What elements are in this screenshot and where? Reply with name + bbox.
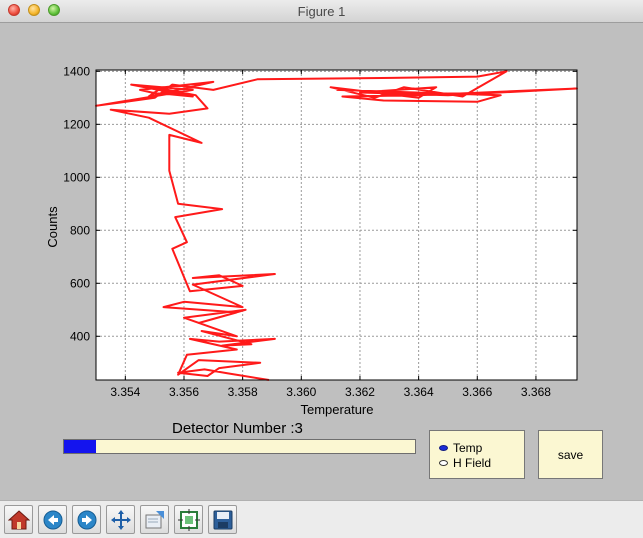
pan-button[interactable]: [106, 505, 135, 534]
back-icon: [43, 510, 63, 530]
y-axis-label: Counts: [45, 206, 60, 248]
radio-option-temp[interactable]: Temp: [439, 441, 482, 455]
y-tick-label: 600: [70, 276, 90, 290]
save-button[interactable]: save: [538, 430, 603, 479]
radio-button-selected-icon[interactable]: [439, 445, 448, 451]
window-titlebar: Figure 1: [0, 0, 643, 23]
x-tick-label: 3.358: [228, 385, 258, 399]
x-axis-label: Temperature: [301, 402, 374, 417]
y-tick-label: 1000: [63, 170, 90, 184]
radio-label-h-field: H Field: [453, 456, 492, 470]
y-tick-label: 800: [70, 223, 90, 237]
pan-icon: [111, 510, 131, 530]
configure-icon: [178, 509, 200, 531]
home-button[interactable]: [4, 505, 33, 534]
detector-number-label: Detector Number :3: [172, 420, 303, 437]
plot-canvas[interactable]: 3.354 3.356 3.358 3.360 3.362 3.364 3.366 3.368…: [0, 22, 643, 422]
y-tick-label: 400: [70, 329, 90, 343]
y-tick-label: 1400: [63, 64, 90, 78]
zoom-icon: [145, 511, 164, 529]
forward-icon: [77, 510, 97, 530]
y-tick-label: 1200: [63, 117, 90, 131]
save-icon: [213, 510, 233, 530]
home-icon: [8, 510, 30, 530]
radio-button-unselected-icon[interactable]: [439, 460, 448, 466]
radio-option-h-field[interactable]: H Field: [439, 456, 491, 470]
configure-subplots-button[interactable]: [174, 505, 203, 534]
x-tick-labels: 3.354 3.356 3.358 3.360 3.362 3.364 3.366 3.368: [110, 385, 551, 399]
x-tick-label: 3.360: [286, 385, 316, 399]
x-tick-label: 3.368: [521, 385, 551, 399]
x-tick-label: 3.364: [404, 385, 434, 399]
x-tick-label: 3.366: [462, 385, 492, 399]
axes-background: [96, 70, 577, 380]
save-figure-button[interactable]: [208, 505, 237, 534]
radio-label-temp: Temp: [453, 441, 483, 455]
zoom-button[interactable]: [140, 505, 169, 534]
progress-fill: [64, 440, 96, 453]
window-title: Figure 1: [297, 4, 346, 19]
y-tick-labels: 400 600 800 1000 1200 1400: [63, 64, 90, 343]
back-button[interactable]: [38, 505, 67, 534]
x-tick-label: 3.354: [110, 385, 140, 399]
forward-button[interactable]: [72, 505, 101, 534]
mode-radio-group: Temp H Field: [429, 430, 525, 479]
x-tick-label: 3.356: [169, 385, 199, 399]
x-tick-label: 3.362: [345, 385, 375, 399]
navigation-toolbar: [0, 500, 643, 538]
detector-progress-bar: [63, 439, 416, 454]
